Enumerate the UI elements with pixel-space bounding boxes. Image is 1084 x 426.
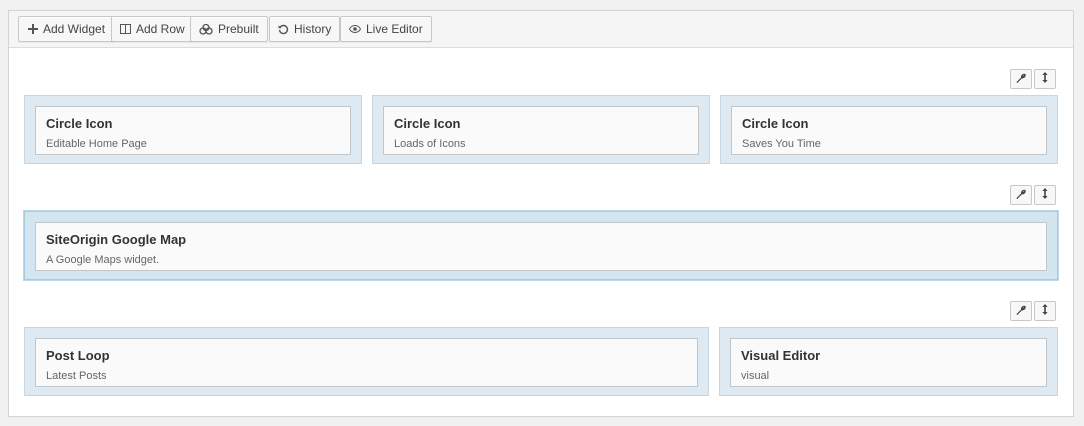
builder-toolbar: Add Widget Add Row Prebuilt History Live… [9, 11, 1073, 48]
row-2-cell-1: SiteOrigin Google Map A Google Maps widg… [24, 211, 1058, 280]
add-row-button[interactable]: Add Row [111, 16, 194, 42]
widget-description: Editable Home Page [46, 138, 147, 150]
live-editor-button[interactable]: Live Editor [340, 16, 432, 42]
layers-icon [199, 23, 213, 35]
row-2-edit-button[interactable] [1010, 185, 1032, 205]
add-widget-label: Add Widget [43, 22, 106, 36]
add-row-label: Add Row [136, 22, 185, 36]
widget-description: Latest Posts [46, 370, 107, 382]
row-3-move-button[interactable] [1034, 301, 1056, 321]
widget-description: visual [741, 370, 770, 382]
row-1-cell-2: Circle Icon Loads of Icons [372, 95, 710, 164]
widget-visual-editor[interactable]: Visual Editor visual [730, 338, 1047, 387]
widget-description: Loads of Icons [394, 138, 466, 150]
widget-circle-icon-2[interactable]: Circle Icon Loads of Icons [383, 106, 699, 155]
row-1-tools [1010, 69, 1056, 89]
wrench-icon [1016, 70, 1027, 88]
row-2-tools [1010, 185, 1056, 205]
row-1-cell-3: Circle Icon Saves You Time [720, 95, 1058, 164]
history-button[interactable]: History [269, 16, 341, 42]
widget-circle-icon-1[interactable]: Circle Icon Editable Home Page [35, 106, 351, 155]
row-1-move-button[interactable] [1034, 69, 1056, 89]
widget-title: Circle Icon [742, 116, 809, 131]
widget-post-loop[interactable]: Post Loop Latest Posts [35, 338, 698, 387]
row-2-move-button[interactable] [1034, 185, 1056, 205]
widget-title: Post Loop [46, 348, 110, 363]
history-icon [278, 24, 289, 35]
columns-icon [120, 24, 131, 35]
row-3-edit-button[interactable] [1010, 301, 1032, 321]
widget-circle-icon-3[interactable]: Circle Icon Saves You Time [731, 106, 1047, 155]
prebuilt-label: Prebuilt [218, 22, 259, 36]
row-3-cell-1: Post Loop Latest Posts [24, 327, 709, 396]
row-1-edit-button[interactable] [1010, 69, 1032, 89]
wrench-icon [1016, 302, 1027, 320]
wrench-icon [1016, 186, 1027, 204]
row-3-tools [1010, 301, 1056, 321]
widget-title: SiteOrigin Google Map [46, 232, 187, 247]
row-1-cell-1: Circle Icon Editable Home Page [24, 95, 362, 164]
widget-description: Saves You Time [742, 138, 821, 150]
widget-description: A Google Maps widget. [46, 254, 160, 266]
widget-title: Circle Icon [46, 116, 113, 131]
move-vertical-icon [1042, 70, 1048, 88]
widget-title: Visual Editor [741, 348, 821, 363]
widget-google-map[interactable]: SiteOrigin Google Map A Google Maps widg… [35, 222, 1047, 271]
live-editor-label: Live Editor [366, 22, 423, 36]
add-widget-button[interactable]: Add Widget [18, 16, 115, 42]
plus-icon [27, 24, 38, 35]
widget-title: Circle Icon [394, 116, 461, 131]
move-vertical-icon [1042, 186, 1048, 204]
prebuilt-button[interactable]: Prebuilt [190, 16, 268, 42]
page-builder-panel: Add Widget Add Row Prebuilt History Live… [8, 10, 1074, 417]
row-3-cell-2: Visual Editor visual [719, 327, 1058, 396]
eye-icon [349, 24, 361, 35]
move-vertical-icon [1042, 302, 1048, 320]
history-label: History [294, 22, 332, 36]
